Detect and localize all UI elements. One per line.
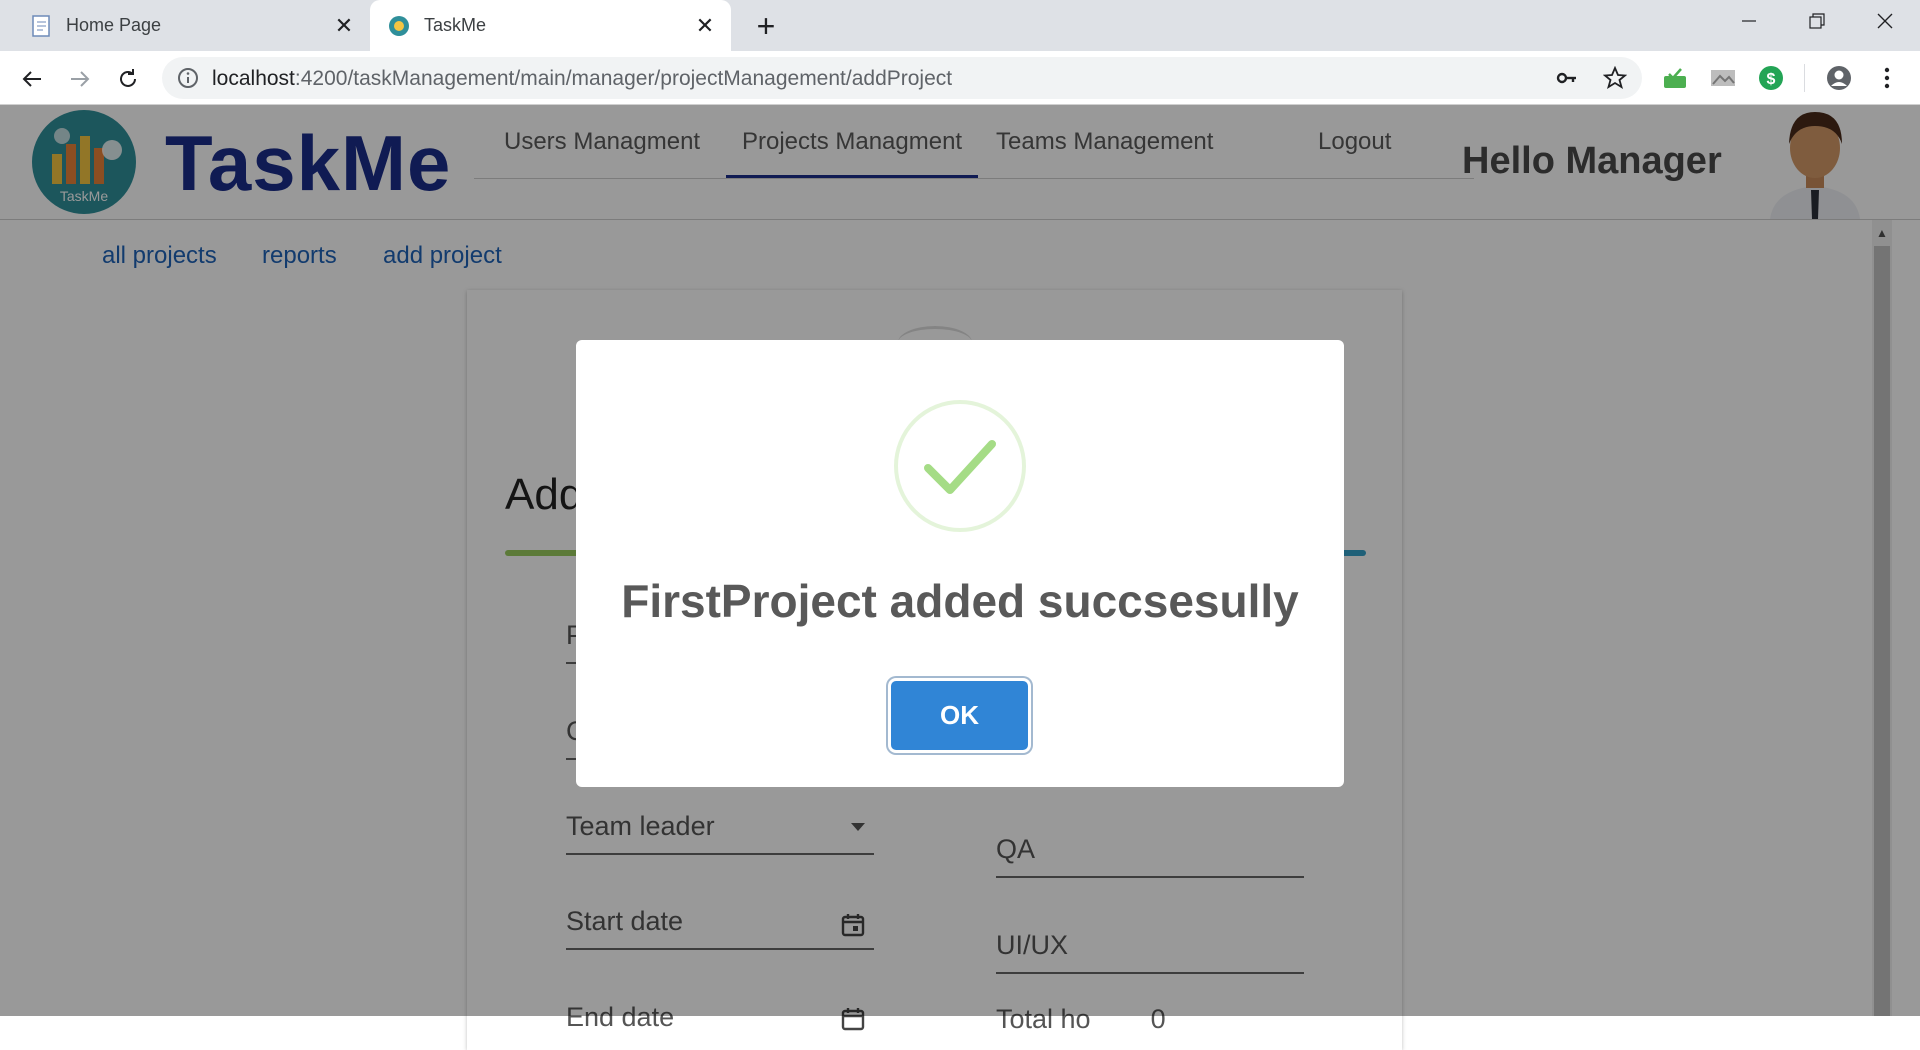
star-icon[interactable] [1598, 61, 1632, 95]
reload-button[interactable] [110, 61, 146, 97]
document-icon [30, 14, 52, 37]
url-text[interactable]: localhost:4200/taskManagement/main/manag… [212, 67, 952, 91]
close-icon[interactable]: ✕ [691, 12, 719, 40]
success-check-icon [894, 400, 1026, 532]
svg-text:$: $ [1767, 71, 1776, 88]
browser-tab-taskme[interactable]: TaskMe ✕ [370, 0, 731, 51]
key-icon[interactable] [1550, 61, 1584, 95]
minimize-button[interactable] [1714, 0, 1784, 42]
restore-button[interactable] [1782, 0, 1852, 42]
browser-tab-home[interactable]: Home Page ✕ [12, 0, 370, 51]
profile-icon[interactable] [1822, 61, 1856, 95]
window-close-button[interactable] [1850, 0, 1920, 42]
info-icon[interactable] [176, 66, 200, 90]
dialog-message: FirstProject added succsesully [621, 575, 1299, 627]
url-host: localhost [212, 67, 295, 90]
tab-title: TaskMe [424, 15, 487, 35]
ok-button[interactable]: OK [891, 681, 1028, 750]
close-icon[interactable]: ✕ [330, 12, 358, 40]
check-mark [924, 440, 996, 494]
taskme-favicon [388, 15, 410, 37]
new-tab-button[interactable]: + [748, 8, 784, 44]
toolbar-divider [1804, 64, 1805, 92]
back-button[interactable] [14, 61, 50, 97]
forward-button[interactable] [62, 61, 98, 97]
menu-icon[interactable] [1870, 61, 1904, 95]
extension-image-icon[interactable] [1706, 61, 1740, 95]
url-path: :4200/taskManagement/main/manager/projec… [294, 67, 953, 90]
extension-green-icon[interactable]: $ [1754, 61, 1788, 95]
extension-tray-icon[interactable] [1658, 61, 1692, 95]
tab-title: Home Page [66, 15, 162, 35]
